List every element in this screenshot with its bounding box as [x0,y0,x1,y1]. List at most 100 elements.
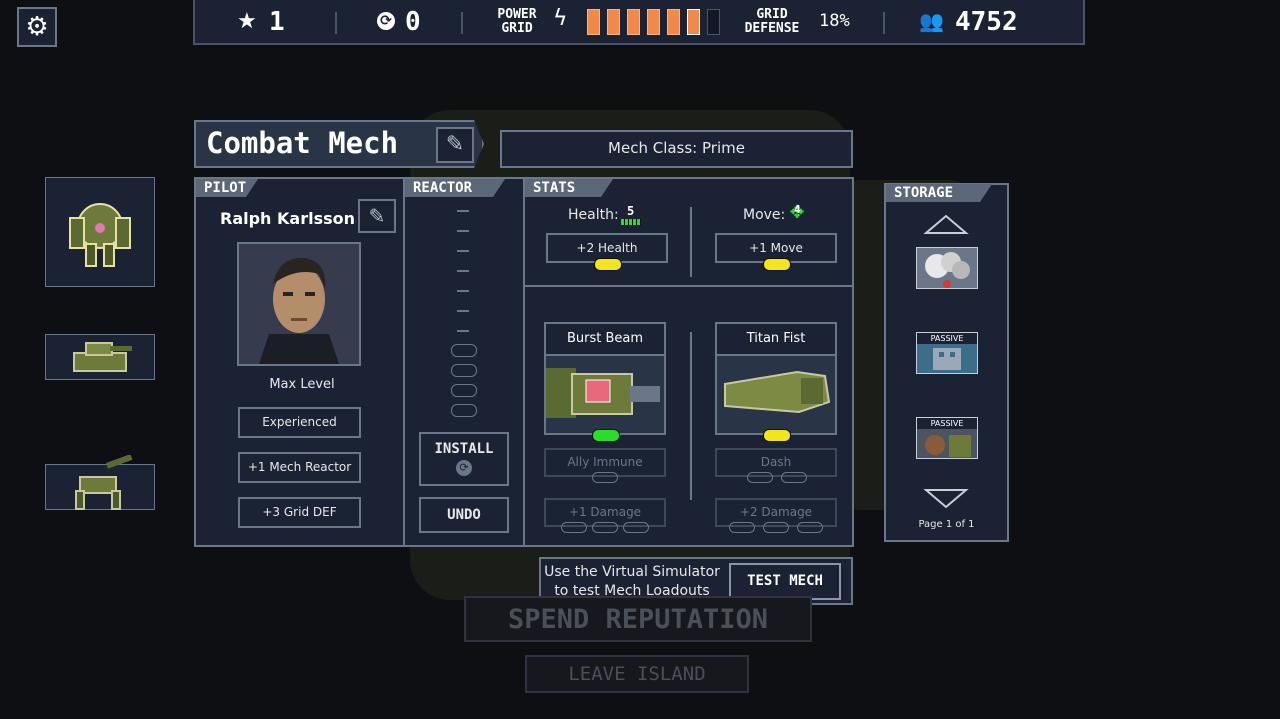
weapon-card-burst-beam[interactable]: Burst Beam [544,322,666,435]
stats-section-label: STATS [525,179,613,197]
storage-item-passive-1[interactable]: PASSIVE [916,332,978,374]
mech-tab-tank[interactable] [45,334,155,380]
mech-tab-combat[interactable] [45,177,155,287]
power-segment [647,9,660,35]
weapon-card-titan-fist[interactable]: Titan Fist [715,322,837,435]
building-item-icon [933,348,961,370]
pilot-name: Ralph Karlsson [220,209,356,228]
divider [335,12,337,34]
reactor-tick [457,310,469,312]
rename-pilot-button[interactable]: ✎ [358,199,396,233]
power-segment [667,9,680,35]
grid-defense-label: GRID DEFENSE [744,7,800,36]
pilot-face-icon [239,244,359,364]
upgrade-slot [729,522,755,533]
power-segment-empty [707,9,720,35]
reactor-section-label: REACTOR [405,179,505,197]
reactor-slot [451,344,477,357]
titan-fist-weapon-icon [724,370,831,414]
stars-count: 1 [269,7,285,37]
pencil-icon: ✎ [368,204,386,228]
upgrade-slot [623,522,649,533]
passive-label: PASSIVE [917,333,977,344]
pilot-skill-grid-def[interactable]: +3 Grid DEF [238,497,361,528]
reactor-slot [451,384,477,397]
test-mech-button[interactable]: TEST MECH [729,563,841,600]
tank-mech-icon [73,342,132,372]
pilot-skill-mech-reactor[interactable]: +1 Mech Reactor [238,452,361,483]
weapon-name: Titan Fist [717,324,835,356]
reactor-tick [457,250,469,252]
weapon-upgrade-dash[interactable]: Dash [715,448,837,477]
upgrade-slot [797,522,823,533]
pilot-skill-experienced[interactable]: Experienced [238,407,361,438]
star-icon: ★ [237,9,257,34]
upgrade-slot [747,472,773,483]
reactor-tick [457,210,469,212]
reactor-tick [457,230,469,232]
power-segment [607,9,620,35]
spend-reputation-button[interactable]: SPEND REPUTATION [464,596,812,642]
upgrade-slot [561,522,587,533]
reactor-tick [457,330,469,332]
reactor-cores-count: 0 [405,7,421,37]
artillery-mech-icon [75,454,133,510]
divider [883,12,885,34]
health-upgrade-pill [594,258,622,271]
reputation-count: 4752 [955,7,1018,37]
undo-button[interactable]: UNDO [419,497,509,533]
lightning-icon: ϟ [553,6,568,31]
mech-class-label: Mech Class: Prime [608,139,745,157]
move-label: Move: [743,207,786,223]
grid-defense-value: 18% [819,11,850,31]
storage-item-smoke[interactable] [916,247,978,289]
health-bar-icon [621,219,641,225]
passive-label: PASSIVE [917,418,977,429]
smoke-item-icon [925,252,970,288]
reactor-core-icon: ⟳ [456,460,472,476]
triangle-down-icon [923,489,969,509]
health-value: 5 [627,204,635,218]
upgrade-slot [763,522,789,533]
burst-beam-weapon-icon [546,368,660,418]
pencil-icon: ✎ [445,132,465,157]
storage-section-label: STORAGE [886,184,992,202]
power-segment [627,9,640,35]
weapon-name: Burst Beam [546,324,664,356]
health-label: Health: [568,207,619,223]
storage-scroll-down-button[interactable] [922,488,970,510]
storage-scroll-up-button[interactable] [922,213,970,235]
gear-icon: ⚙ [25,12,49,42]
install-button[interactable]: INSTALL ⟳ [419,432,509,486]
mech-name: Combat Mech [206,126,399,160]
pilot-item-icon [925,435,971,457]
reactor-core-icon: ⟳ [377,12,395,30]
pilot-portrait [237,242,361,366]
power-segment [687,9,700,35]
reactor-slot [451,364,477,377]
mech-tab-artillery[interactable] [45,454,155,510]
weapon-power-pill [592,429,620,442]
upgrade-slot [781,472,807,483]
settings-button[interactable]: ⚙ [17,7,57,47]
top-resource-bar: ★ 1 ⟳ 0 POWER GRID ϟ GRID DEFENSE 18% 👥 47… [193,0,1085,45]
leave-island-button[interactable]: LEAVE ISLAND [525,655,749,693]
people-icon: 👥 [919,9,944,33]
storage-page-indicator: Page 1 of 1 [918,519,975,530]
move-value: 4 [794,203,801,216]
combat-mech-portrait-icon [69,203,131,267]
storage-item-passive-2[interactable]: PASSIVE [916,417,978,459]
move-upgrade-pill [763,258,791,271]
power-segment [587,9,600,35]
rename-mech-button[interactable]: ✎ [436,127,474,163]
install-label: INSTALL [434,441,494,457]
triangle-up-icon [923,214,969,234]
weapon-power-pill [763,429,791,442]
divider [690,332,692,500]
divider [461,12,463,34]
divider [523,178,525,546]
pilot-level: Max Level [269,377,335,392]
divider [690,207,692,277]
power-grid-label: POWER GRID [497,7,537,36]
divider [403,178,405,546]
